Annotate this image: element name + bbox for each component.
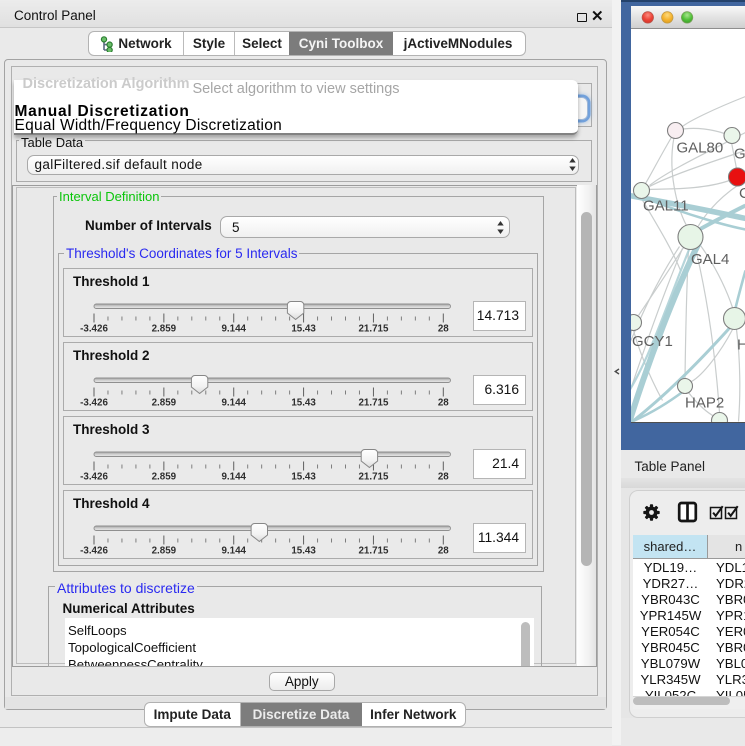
svg-text:21.715: 21.715 — [358, 398, 389, 409]
svg-text:28: 28 — [438, 546, 449, 557]
svg-text:21.715: 21.715 — [358, 546, 389, 557]
svg-text:2.859: 2.859 — [152, 324, 177, 335]
svg-text:15.43: 15.43 — [291, 472, 316, 483]
svg-text:9.144: 9.144 — [221, 324, 246, 335]
svg-text:28: 28 — [438, 398, 449, 409]
svg-text:-3.426: -3.426 — [80, 324, 108, 335]
svg-text:15.43: 15.43 — [291, 398, 316, 409]
svg-text:2.859: 2.859 — [152, 472, 177, 483]
svg-text:9.144: 9.144 — [221, 398, 246, 409]
svg-text:21.715: 21.715 — [358, 472, 389, 483]
svg-text:-3.426: -3.426 — [80, 472, 108, 483]
svg-text:-3.426: -3.426 — [80, 546, 108, 557]
svg-text:21.715: 21.715 — [358, 324, 389, 335]
svg-text:-3.426: -3.426 — [80, 398, 108, 409]
svg-text:GAL11: GAL11 — [643, 197, 689, 214]
svg-text:2.859: 2.859 — [152, 546, 177, 557]
svg-text:CRM: CRM — [739, 185, 745, 202]
svg-text:28: 28 — [438, 324, 449, 335]
svg-text:15.43: 15.43 — [291, 324, 316, 335]
svg-text:GAL3: GAL3 — [734, 145, 745, 162]
svg-text:15.43: 15.43 — [291, 546, 316, 557]
svg-text:28: 28 — [438, 472, 449, 483]
svg-text:GCY1: GCY1 — [632, 333, 673, 350]
svg-text:GAL80: GAL80 — [676, 139, 723, 156]
svg-text:HIS: HIS — [737, 336, 745, 353]
svg-text:2.859: 2.859 — [152, 398, 177, 409]
svg-text:HAP2: HAP2 — [685, 394, 724, 411]
svg-text:9.144: 9.144 — [221, 472, 246, 483]
svg-text:GAL4: GAL4 — [691, 251, 729, 268]
svg-text:9.144: 9.144 — [221, 546, 246, 557]
